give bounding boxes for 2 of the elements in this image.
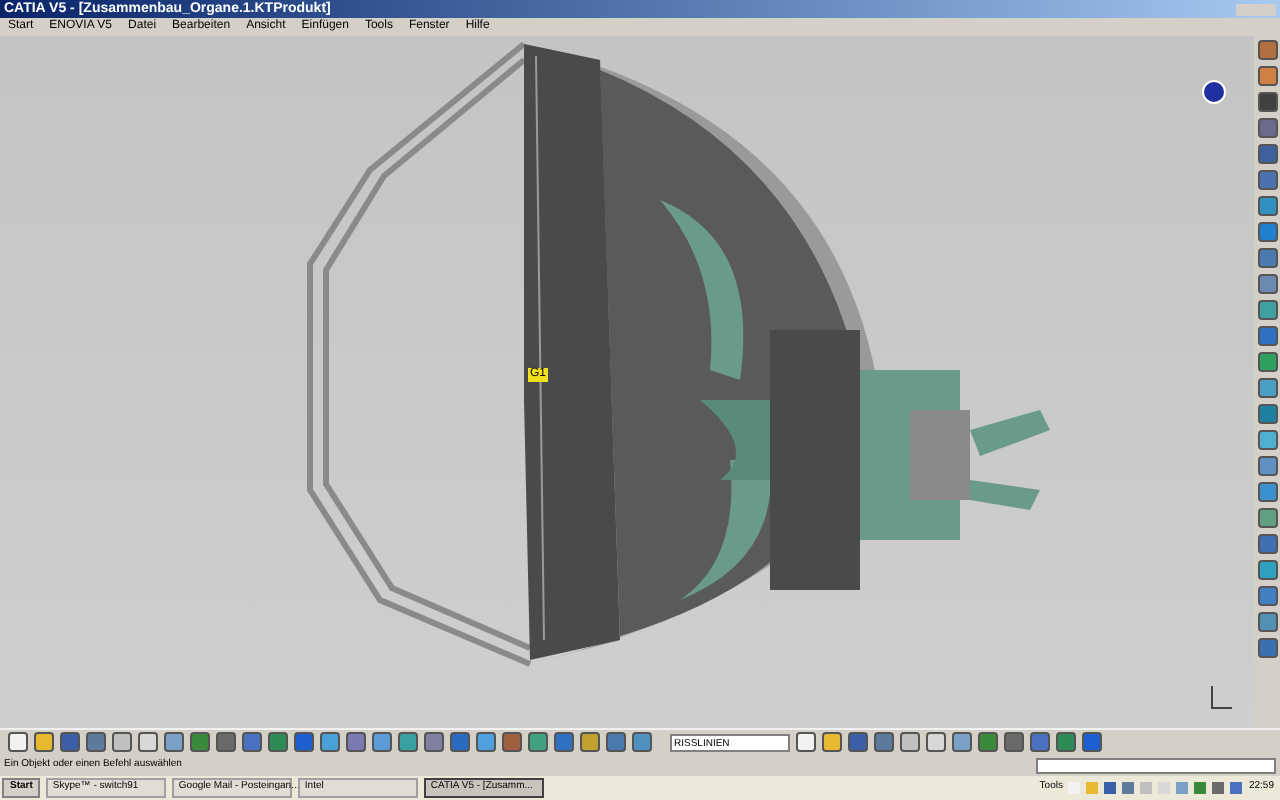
axis-icon bbox=[1206, 684, 1234, 712]
command-input[interactable] bbox=[1036, 757, 1276, 773]
